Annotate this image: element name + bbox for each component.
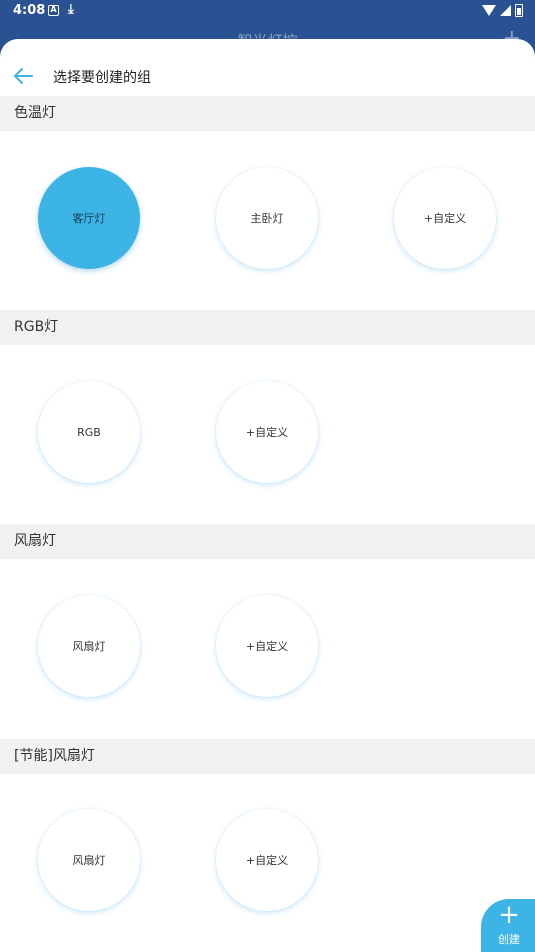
create-button[interactable]: + 创建 — [481, 899, 535, 952]
sheet-header: 选择要创建的组 — [0, 39, 535, 96]
group-item[interactable]: RGB — [38, 381, 140, 483]
section-header-fan-light: 风扇灯 — [0, 524, 535, 559]
custom-group-button[interactable]: +自定义 — [216, 595, 318, 697]
status-indicators — [482, 4, 523, 17]
arrow-left-icon[interactable] — [12, 64, 34, 88]
download-icon: ⤓ — [68, 2, 74, 17]
custom-group-button[interactable]: +自定义 — [216, 381, 318, 483]
bottom-sheet: 选择要创建的组 色温灯 客厅灯 主卧灯 +自定义 RGB灯 RGB +自定义 风… — [0, 39, 535, 952]
sheet-title: 选择要创建的组 — [53, 70, 151, 86]
custom-group-button[interactable]: +自定义 — [216, 809, 318, 911]
group-item[interactable]: 风扇灯 — [38, 809, 140, 911]
group-item[interactable]: 风扇灯 — [38, 595, 140, 697]
wifi-icon — [482, 5, 496, 16]
create-button-label: 创建 — [498, 933, 520, 946]
plus-icon: + — [498, 900, 520, 930]
battery-icon — [515, 4, 523, 17]
group-item[interactable]: 客厅灯 — [38, 167, 140, 269]
status-bar: 4:08 A ⤓ — [0, 0, 535, 24]
signal-icon — [500, 5, 511, 16]
notification-a-icon: A — [48, 5, 59, 16]
section-header-color-temp: 色温灯 — [0, 96, 535, 131]
custom-group-button[interactable]: +自定义 — [394, 167, 496, 269]
group-item[interactable]: 主卧灯 — [216, 167, 318, 269]
section-header-rgb: RGB灯 — [0, 310, 535, 345]
status-time: 4:08 — [13, 3, 46, 18]
section-header-eco-fan-light: [节能]风扇灯 — [0, 739, 535, 774]
